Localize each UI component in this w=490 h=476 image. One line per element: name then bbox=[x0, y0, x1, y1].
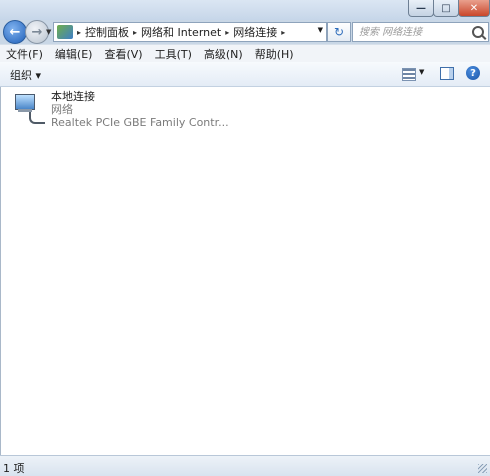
search-icon[interactable] bbox=[472, 26, 484, 38]
list-item[interactable]: 本地连接 网络 Realtek PCIe GBE Family Contr... bbox=[11, 90, 229, 132]
breadcrumb-network-internet[interactable]: 网络和 Internet bbox=[141, 24, 221, 40]
search-box[interactable] bbox=[352, 22, 489, 42]
menu-tools[interactable]: 工具(T) bbox=[149, 46, 198, 62]
breadcrumb-separator[interactable]: ▸ bbox=[77, 28, 81, 37]
resize-grip[interactable] bbox=[478, 464, 487, 473]
network-connection-icon bbox=[11, 92, 45, 124]
connection-text: 本地连接 网络 Realtek PCIe GBE Family Contr... bbox=[51, 90, 229, 129]
breadcrumb-separator[interactable]: ▸ bbox=[281, 28, 285, 37]
views-icon[interactable] bbox=[402, 68, 416, 81]
connection-status: 网络 bbox=[51, 103, 73, 116]
menu-advanced[interactable]: 高级(N) bbox=[198, 46, 249, 62]
menu-bar: 文件(F) 编辑(E) 查看(V) 工具(T) 高级(N) 帮助(H) bbox=[0, 44, 490, 63]
menu-help[interactable]: 帮助(H) bbox=[249, 46, 300, 62]
refresh-icon: ↻ bbox=[333, 25, 345, 39]
organize-button[interactable]: 组织 ▾ bbox=[10, 67, 41, 83]
file-list: 本地连接 网络 Realtek PCIe GBE Family Contr... bbox=[0, 87, 490, 455]
search-input[interactable] bbox=[357, 25, 473, 39]
navigation-row: ← → ▼ ▸ 控制面板 ▸ 网络和 Internet ▸ 网络连接 ▸ ▼ ↻ bbox=[0, 18, 490, 44]
address-history-dropdown[interactable]: ▼ bbox=[318, 26, 323, 34]
menu-file[interactable]: 文件(F) bbox=[0, 46, 49, 62]
item-count: 1 项 bbox=[3, 462, 25, 475]
menu-edit[interactable]: 编辑(E) bbox=[49, 46, 99, 62]
explorer-window: — □ ✕ ← → ▼ ▸ 控制面板 ▸ 网络和 Internet ▸ 网络连接… bbox=[0, 0, 490, 476]
breadcrumb-separator[interactable]: ▸ bbox=[225, 28, 229, 37]
command-toolbar: 组织 ▾ ▼ ? bbox=[0, 62, 490, 87]
connection-name: 本地连接 bbox=[51, 90, 95, 103]
help-icon[interactable]: ? bbox=[466, 66, 480, 80]
recent-pages-dropdown[interactable]: ▼ bbox=[46, 28, 51, 36]
maximize-button[interactable]: □ bbox=[433, 0, 459, 17]
menu-view[interactable]: 查看(V) bbox=[98, 46, 148, 62]
address-bar[interactable]: ▸ 控制面板 ▸ 网络和 Internet ▸ 网络连接 ▸ ▼ bbox=[53, 22, 327, 42]
forward-arrow-icon: → bbox=[31, 24, 43, 40]
status-bar: 1 项 bbox=[0, 455, 490, 476]
monitor-shape bbox=[15, 94, 35, 110]
views-dropdown[interactable]: ▼ bbox=[419, 68, 424, 76]
breadcrumb-network-connections[interactable]: 网络连接 bbox=[233, 24, 277, 40]
network-cable-shape bbox=[29, 112, 45, 124]
network-folder-icon bbox=[57, 25, 73, 39]
breadcrumb-control-panel[interactable]: 控制面板 bbox=[85, 24, 129, 40]
title-bar[interactable]: — □ ✕ bbox=[0, 0, 490, 20]
refresh-button[interactable]: ↻ bbox=[327, 22, 351, 42]
breadcrumb-separator[interactable]: ▸ bbox=[133, 28, 137, 37]
minimize-button[interactable]: — bbox=[408, 0, 434, 17]
preview-pane-icon[interactable] bbox=[440, 67, 454, 80]
back-arrow-icon: ← bbox=[9, 24, 21, 40]
connection-device: Realtek PCIe GBE Family Contr... bbox=[51, 116, 229, 129]
back-button[interactable]: ← bbox=[3, 20, 27, 44]
close-button[interactable]: ✕ bbox=[458, 0, 490, 17]
